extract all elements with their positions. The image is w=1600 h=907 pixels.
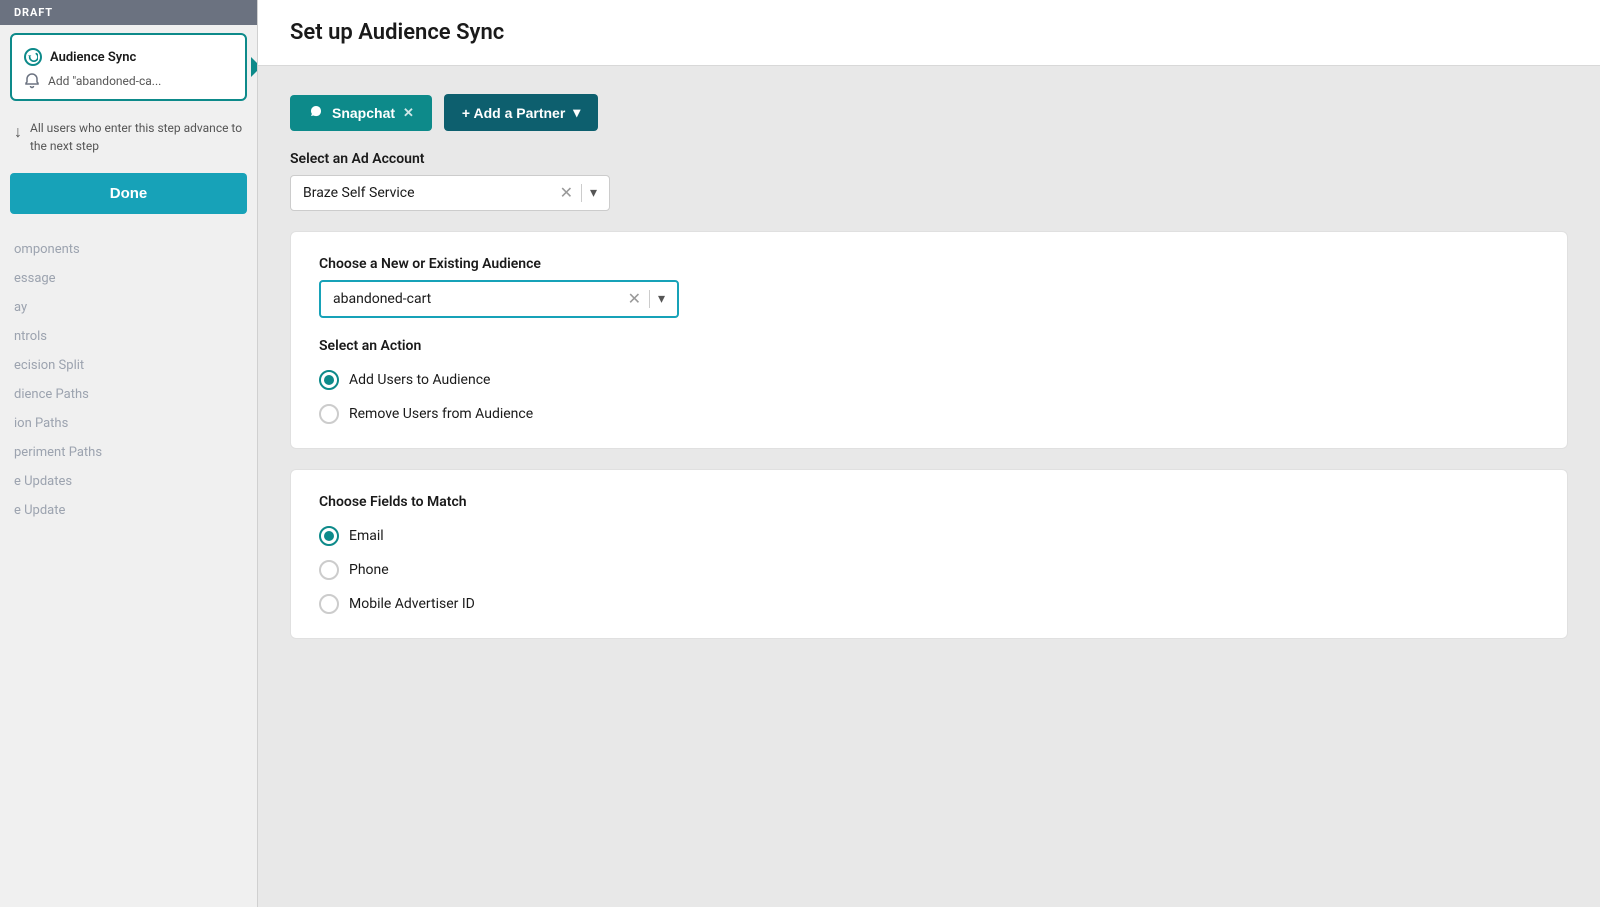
action-remove-radio-outer[interactable] <box>319 404 339 424</box>
field-phone-option[interactable]: Phone <box>319 560 1539 580</box>
action-add-label: Add Users to Audience <box>349 372 490 388</box>
action-remove-option[interactable]: Remove Users from Audience <box>319 404 1539 424</box>
bell-icon <box>24 73 40 89</box>
add-partner-button[interactable]: + Add a Partner ▾ <box>444 94 598 131</box>
sidebar-item-day[interactable]: ay <box>10 296 247 319</box>
main-body: Snapchat ✕ + Add a Partner ▾ Select an A… <box>258 66 1600 667</box>
action-add-option[interactable]: Add Users to Audience <box>319 370 1539 390</box>
field-email-radio-outer[interactable] <box>319 526 339 546</box>
dropdown-divider <box>581 184 582 202</box>
snapchat-label: Snapchat <box>332 105 395 121</box>
done-button[interactable]: Done <box>10 173 247 214</box>
audience-panel: Choose a New or Existing Audience abando… <box>290 231 1568 449</box>
card-title: Audience Sync <box>50 50 136 65</box>
sidebar-item-user-update[interactable]: e Update <box>10 499 247 522</box>
ad-account-dropdown[interactable]: Braze Self Service ✕ ▾ <box>290 175 610 211</box>
action-add-radio-inner <box>324 375 334 385</box>
sidebar-item-controls[interactable]: ntrols <box>10 325 247 348</box>
ad-account-chevron-icon[interactable]: ▾ <box>590 185 597 201</box>
card-title-row: Audience Sync <box>24 45 233 69</box>
fields-radio-group: Email Phone Mobile Advertiser ID <box>319 526 1539 614</box>
audience-value: abandoned-cart <box>333 291 628 307</box>
field-email-label: Email <box>349 528 384 544</box>
ad-account-section: Select an Ad Account Braze Self Service … <box>290 151 1568 211</box>
main-header: Set up Audience Sync <box>258 0 1600 66</box>
add-partner-label: + Add a Partner <box>462 105 565 121</box>
field-mobile-id-radio-outer[interactable] <box>319 594 339 614</box>
audience-label: Choose a New or Existing Audience <box>319 256 1539 272</box>
step-card: Audience Sync Add "abandoned-ca... <box>10 33 247 101</box>
action-add-radio-outer[interactable] <box>319 370 339 390</box>
audience-dropdown-divider <box>649 290 650 308</box>
sidebar-item-experiment-paths[interactable]: periment Paths <box>10 441 247 464</box>
step-info: ↓ All users who enter this step advance … <box>0 109 257 165</box>
field-email-option[interactable]: Email <box>319 526 1539 546</box>
field-email-radio-inner <box>324 531 334 541</box>
fields-label: Choose Fields to Match <box>319 494 1539 510</box>
draft-label: DRAFT <box>0 0 257 25</box>
sidebar-item-decision-split[interactable]: ecision Split <box>10 354 247 377</box>
action-radio-group: Add Users to Audience Remove Users from … <box>319 370 1539 424</box>
sidebar-item-components[interactable]: omponents <box>10 238 247 261</box>
arrow-down-icon: ↓ <box>14 120 22 144</box>
sidebar-item-action-paths[interactable]: ion Paths <box>10 412 247 435</box>
card-sub-row: Add "abandoned-ca... <box>24 69 233 89</box>
step-info-text: All users who enter this step advance to… <box>30 119 243 155</box>
snapchat-icon <box>308 105 324 121</box>
card-arrow <box>251 57 258 77</box>
snapchat-button[interactable]: Snapchat ✕ <box>290 95 432 131</box>
sidebar-item-audience-paths[interactable]: dience Paths <box>10 383 247 406</box>
fields-panel: Choose Fields to Match Email Phone Mobil… <box>290 469 1568 639</box>
ad-account-clear-icon[interactable]: ✕ <box>560 185 573 201</box>
page-title: Set up Audience Sync <box>290 20 1568 45</box>
action-remove-label: Remove Users from Audience <box>349 406 533 422</box>
snapchat-close-icon[interactable]: ✕ <box>403 105 414 121</box>
field-mobile-id-option[interactable]: Mobile Advertiser ID <box>319 594 1539 614</box>
add-partner-chevron-icon: ▾ <box>573 104 580 121</box>
ad-account-label: Select an Ad Account <box>290 151 1568 167</box>
sidebar-item-user-updates[interactable]: e Updates <box>10 470 247 493</box>
audience-dropdown[interactable]: abandoned-cart ✕ ▾ <box>319 280 679 318</box>
partner-row: Snapchat ✕ + Add a Partner ▾ <box>290 94 1568 131</box>
field-phone-radio-outer[interactable] <box>319 560 339 580</box>
sidebar: DRAFT Audience Sync Add "abandoned-ca...… <box>0 0 258 907</box>
field-mobile-id-label: Mobile Advertiser ID <box>349 596 475 612</box>
field-phone-label: Phone <box>349 562 389 578</box>
sidebar-nav: omponents essage ay ntrols ecision Split… <box>0 222 257 522</box>
audience-clear-icon[interactable]: ✕ <box>628 291 641 307</box>
ad-account-value: Braze Self Service <box>303 185 560 201</box>
sidebar-item-message[interactable]: essage <box>10 267 247 290</box>
action-label: Select an Action <box>319 338 1539 354</box>
sync-icon <box>24 48 42 66</box>
card-sub-title: Add "abandoned-ca... <box>48 74 161 88</box>
audience-chevron-icon[interactable]: ▾ <box>658 291 665 307</box>
main-content: Set up Audience Sync Snapchat ✕ + Add a … <box>258 0 1600 907</box>
